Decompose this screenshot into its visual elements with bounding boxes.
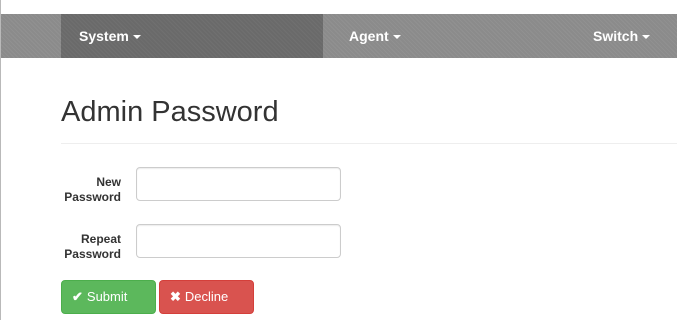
decline-button[interactable]: ✖ Decline <box>159 280 254 314</box>
app-window: System Agent Switch Admin Password New P… <box>0 0 677 320</box>
caret-down-icon <box>642 35 651 40</box>
submit-button-label: Submit <box>86 289 128 304</box>
new-password-label-line2: Password <box>64 190 121 204</box>
nav-item-switch[interactable]: Switch <box>593 14 651 58</box>
repeat-password-label-line1: Repeat <box>80 232 121 246</box>
new-password-label: New Password <box>41 175 121 205</box>
page-title: Admin Password <box>61 96 279 128</box>
repeat-password-label: Repeat Password <box>41 232 121 262</box>
title-divider <box>61 143 677 144</box>
nav-item-agent-label: Agent <box>349 28 389 44</box>
repeat-password-input[interactable] <box>136 224 341 258</box>
top-navbar: System Agent Switch <box>1 14 677 58</box>
check-icon: ✔ <box>72 289 83 304</box>
nav-item-system-label: System <box>79 28 129 44</box>
caret-down-icon <box>392 35 401 40</box>
nav-item-agent[interactable]: Agent <box>349 14 401 58</box>
new-password-label-line1: New <box>96 175 121 189</box>
nav-item-switch-label: Switch <box>593 28 639 44</box>
repeat-password-label-line2: Password <box>64 247 121 261</box>
nav-item-system[interactable]: System <box>79 14 141 58</box>
new-password-input[interactable] <box>136 167 341 201</box>
caret-down-icon <box>132 35 141 40</box>
submit-button[interactable]: ✔ Submit <box>61 280 156 314</box>
times-icon: ✖ <box>170 289 181 304</box>
decline-button-label: Decline <box>184 289 229 304</box>
